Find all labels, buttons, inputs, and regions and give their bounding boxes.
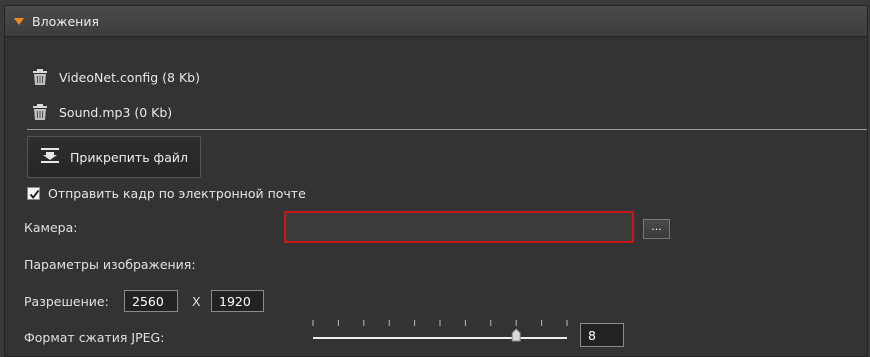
trash-icon[interactable]: [31, 69, 49, 85]
attachment-item: VideoNet.config (8 Kb): [31, 67, 200, 87]
resolution-label: Разрешение:: [24, 294, 109, 309]
slider-thumb: [511, 328, 521, 342]
section-title: Вложения: [32, 13, 99, 29]
resolution-separator: X: [192, 294, 201, 309]
send-frame-option[interactable]: Отправить кадр по электронной почте: [27, 184, 306, 202]
resolution-height-input[interactable]: [211, 290, 264, 312]
attachment-name: VideoNet.config (8 Kb): [59, 69, 200, 85]
jpeg-label: Формат сжатия JPEG:: [24, 330, 165, 345]
camera-browse-button[interactable]: ...: [643, 219, 670, 239]
download-icon: [40, 147, 60, 167]
attach-file-label: Прикрепить файл: [70, 149, 189, 165]
attachment-name: Sound.mp3 (0 Kb): [59, 104, 173, 120]
section-header[interactable]: Вложения: [5, 6, 867, 37]
resolution-width-input[interactable]: [124, 290, 178, 312]
divider: [27, 129, 867, 130]
camera-label: Камера:: [24, 220, 78, 235]
jpeg-quality-input[interactable]: [580, 323, 624, 347]
image-params-label: Параметры изображения:: [24, 257, 196, 272]
send-frame-label: Отправить кадр по электронной почте: [48, 185, 306, 201]
checkmark-icon: [29, 189, 40, 199]
send-frame-checkbox[interactable]: [27, 186, 40, 200]
trash-icon[interactable]: [31, 104, 49, 120]
attachments-panel: Вложения VideoNet.config (8 Kb) Sound.mp…: [4, 5, 868, 357]
collapse-triangle-icon[interactable]: [14, 17, 24, 25]
attachment-item: Sound.mp3 (0 Kb): [31, 102, 172, 122]
attach-file-button[interactable]: Прикрепить файл: [27, 136, 201, 178]
jpeg-slider[interactable]: [305, 316, 575, 346]
camera-input[interactable]: [284, 211, 634, 243]
